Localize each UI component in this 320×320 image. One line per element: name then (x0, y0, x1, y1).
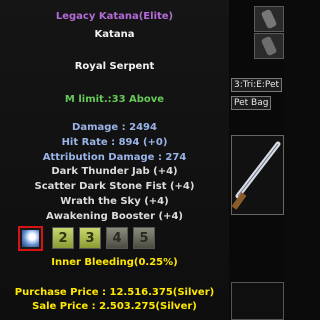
item-tooltip: Legacy Katana(Elite) Katana Royal Serpen… (0, 0, 230, 320)
katana-icon (231, 141, 281, 210)
item-elite-name: Legacy Katana(Elite) (55, 11, 174, 22)
gem-slot-4[interactable]: 4 (106, 227, 128, 249)
mlimit-text: M limit.:33 Above (64, 94, 165, 105)
gem-slot-selected[interactable] (18, 226, 43, 251)
inventory-panel: 3:Tri:E:Pet Pet Bag (229, 0, 284, 320)
sale-price: Sale Price : 2.503.275(Silver) (32, 301, 197, 312)
crystal-gem-icon (22, 230, 39, 247)
skill-line: Dark Thunder Jab (+4) (51, 166, 178, 177)
item-name: Royal Serpent (74, 61, 155, 72)
weapon-slot[interactable] (231, 135, 284, 215)
skill-line: Wrath the Sky (+4) (60, 196, 169, 207)
tab-pet-bag[interactable]: Pet Bag (231, 96, 272, 110)
item-type: Katana (94, 29, 135, 40)
tab-tri-e-pet[interactable]: 3:Tri:E:Pet (231, 78, 283, 92)
skill-line: Scatter Dark Stone Fist (+4) (34, 181, 195, 192)
gem-slot-2[interactable]: 2 (52, 227, 74, 249)
inventory-slot[interactable] (254, 6, 284, 32)
skill-line: Awakening Booster (+4) (46, 211, 183, 222)
hit-rate-stat: Hit Rate : 894 (+0) (61, 137, 168, 148)
damage-stat: Damage : 2494 (72, 122, 157, 133)
gem-slot-5[interactable]: 5 (133, 227, 155, 249)
inventory-slot[interactable] (231, 282, 284, 320)
status-effect: Inner Bleeding(0.25%) (51, 257, 178, 268)
scroll-icon (261, 9, 277, 29)
gem-slot-3[interactable]: 3 (79, 227, 101, 249)
attribution-damage-stat: Attribution Damage : 274 (42, 152, 187, 163)
inventory-slot[interactable] (254, 33, 284, 59)
purchase-price: Purchase Price : 12.516.375(Silver) (14, 287, 215, 298)
scroll-icon (261, 36, 277, 56)
